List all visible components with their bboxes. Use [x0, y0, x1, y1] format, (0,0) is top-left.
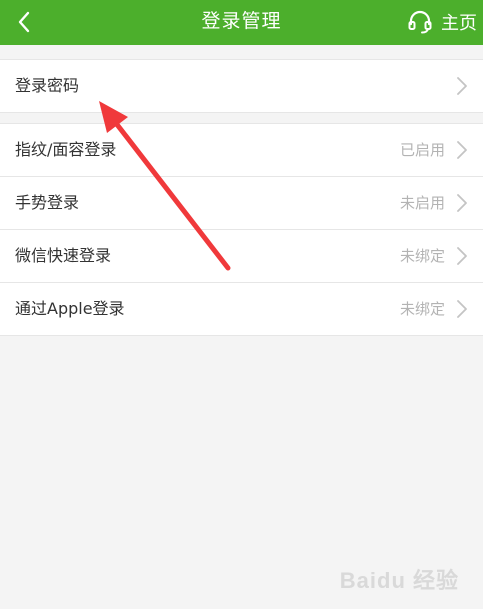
login-methods-section: 指纹/面容登录 已启用 手势登录 未启用 微信快速登录 未绑定 通过Apple登…: [0, 123, 483, 336]
row-label: 指纹/面容登录: [15, 140, 117, 159]
row-wechat-login[interactable]: 微信快速登录 未绑定: [0, 229, 483, 282]
chevron-right-icon: [457, 247, 467, 265]
chevron-right-icon: [457, 141, 467, 159]
row-apple-login[interactable]: 通过Apple登录 未绑定: [0, 282, 483, 335]
top-nav-bar: 登录管理 主页: [0, 0, 483, 45]
headset-icon: [408, 10, 432, 34]
status-text: 未绑定: [399, 247, 445, 265]
row-label: 通过Apple登录: [15, 299, 125, 318]
row-fingerprint-face-login[interactable]: 指纹/面容登录 已启用: [0, 124, 483, 176]
row-label: 微信快速登录: [15, 246, 112, 265]
row-gesture-login[interactable]: 手势登录 未启用: [0, 176, 483, 229]
status-text: 未启用: [399, 194, 445, 212]
row-login-password[interactable]: 登录密码: [0, 60, 483, 112]
home-label: 主页: [441, 13, 477, 34]
status-text: 未绑定: [399, 300, 445, 318]
password-section: 登录密码: [0, 59, 483, 113]
row-label: 登录密码: [15, 76, 80, 95]
status-text: 已启用: [399, 141, 445, 159]
home-button[interactable]: 主页: [407, 5, 477, 39]
baidu-watermark: Baidu 经验: [339, 568, 459, 593]
chevron-right-icon: [457, 194, 467, 212]
chevron-right-icon: [457, 77, 467, 95]
chevron-right-icon: [457, 300, 467, 318]
row-label: 手势登录: [15, 193, 80, 212]
